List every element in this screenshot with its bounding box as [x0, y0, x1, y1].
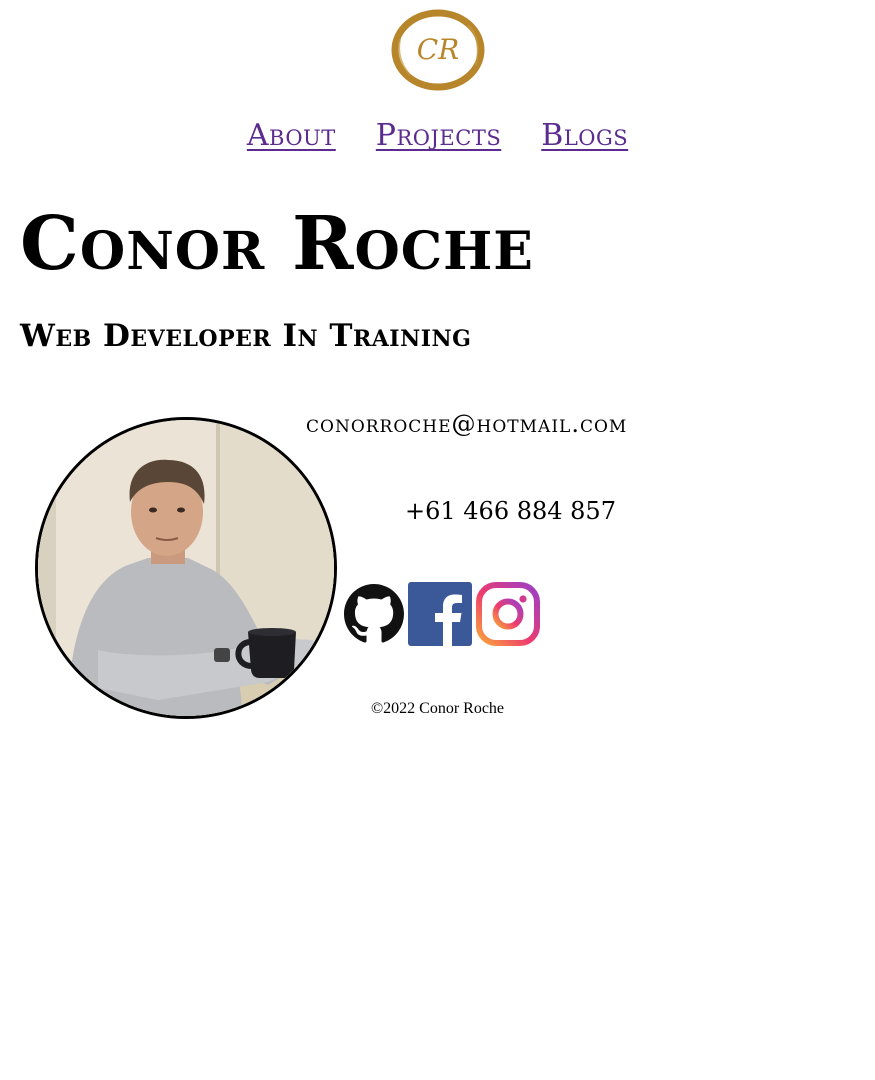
- cr-logo-icon[interactable]: CR: [390, 9, 486, 91]
- nav-link-blogs[interactable]: Blogs: [541, 118, 628, 153]
- page: CR About Projects Blogs Conor Roche Web …: [0, 0, 875, 1080]
- phone-number: +61 466 884 857: [405, 497, 616, 525]
- social-links: [344, 582, 540, 646]
- facebook-icon[interactable]: [408, 582, 472, 646]
- nav-link-projects[interactable]: Projects: [376, 118, 501, 153]
- main-nav: About Projects Blogs: [0, 118, 875, 153]
- email-link[interactable]: conorroche@hotmail.com: [306, 410, 682, 438]
- logo-text: CR: [417, 33, 460, 66]
- instagram-icon[interactable]: [476, 582, 540, 646]
- footer-copyright: ©2022 Conor Roche: [370, 700, 505, 717]
- github-icon[interactable]: [344, 582, 404, 646]
- page-title: Conor Roche: [20, 201, 534, 287]
- profile-photo: [35, 417, 337, 719]
- nav-link-about[interactable]: About: [247, 118, 336, 153]
- page-subtitle: Web Developer In Training: [20, 318, 472, 354]
